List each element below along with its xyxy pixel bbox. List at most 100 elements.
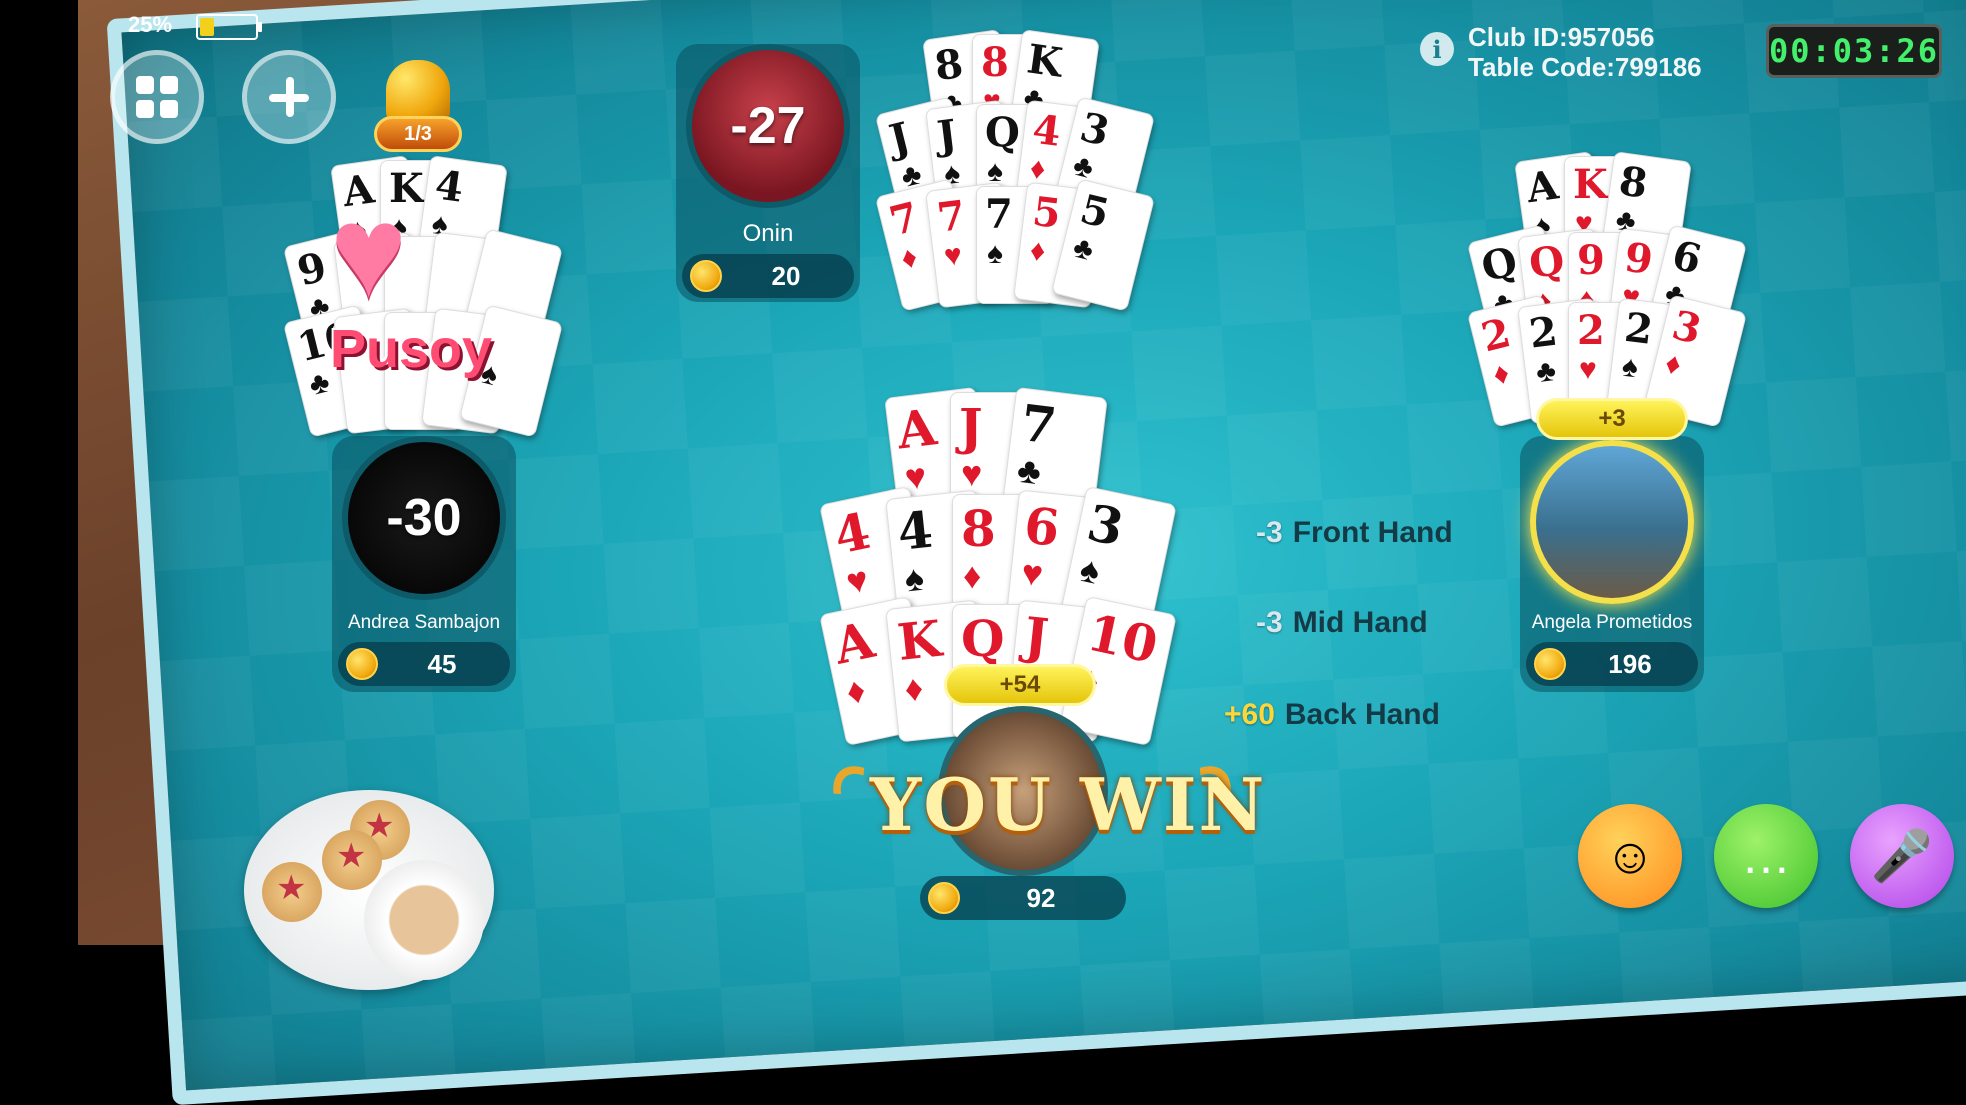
card-suit-icon: ♠ — [1076, 547, 1104, 592]
card-rank: 4 — [432, 161, 467, 212]
front-hand-points: -3 — [1256, 516, 1283, 549]
card-suit-icon: ♦ — [897, 240, 921, 277]
top-player-avatar[interactable]: -27 — [686, 44, 850, 208]
card-suit-icon: ♥ — [961, 453, 983, 494]
menu-grid-icon — [136, 76, 178, 118]
card-rank: 8 — [1616, 157, 1651, 208]
card-rank: 5 — [1030, 187, 1064, 238]
coin-stack-icon — [386, 60, 450, 122]
right-player-coin-value: 196 — [1608, 649, 1652, 679]
card-suit-icon: ♣ — [1014, 448, 1044, 493]
you-win-banner: YOU WIN — [870, 762, 1267, 847]
top-player-coins: 20 — [682, 254, 854, 298]
table-code: Table Code:799186 — [1468, 52, 1702, 82]
card-suit-icon: ♥ — [842, 557, 872, 603]
card-rank: Q — [1476, 237, 1523, 292]
mid-hand-result: -3 Mid Hand — [1256, 606, 1428, 640]
right-player-coins: 196 — [1526, 642, 1698, 686]
microphone-button[interactable]: 🎤 — [1850, 804, 1954, 908]
card-rank: Q — [985, 109, 1020, 156]
info-icon[interactable]: i — [1420, 32, 1454, 66]
game-timer: 00:03:26 — [1766, 24, 1942, 78]
card-rank: 5 — [1075, 185, 1114, 238]
card-rank: J — [959, 397, 983, 456]
card-rank: J — [934, 110, 960, 160]
front-hand-label: Front Hand — [1292, 516, 1453, 549]
card-suit-icon: ♦ — [842, 668, 870, 713]
card-rank: 9 — [1577, 237, 1605, 284]
card-suit-icon: ♠ — [987, 237, 1003, 270]
card-rank: 8 — [961, 499, 996, 558]
back-hand-result: +60 Back Hand — [1224, 698, 1440, 732]
back-hand-label: Back Hand — [1284, 698, 1440, 731]
self-player-coins: 92 — [920, 876, 1126, 920]
card-rank: 7 — [884, 193, 924, 246]
microphone-icon: 🎤 — [1870, 827, 1934, 884]
right-player-avatar[interactable] — [1530, 440, 1694, 604]
battery-percent: 25% — [128, 12, 173, 37]
gift-reward[interactable]: 1/3 — [374, 60, 462, 152]
card-suit-icon: ♥ — [1579, 353, 1597, 386]
chat-button[interactable]: … — [1714, 804, 1818, 908]
card-suit-icon: ♣ — [1534, 354, 1558, 390]
card-rank: Q — [1526, 236, 1567, 288]
coin-icon — [928, 882, 960, 914]
emoji-button[interactable]: ☺ — [1578, 804, 1682, 908]
card-rank: 4 — [1030, 105, 1064, 156]
self-player-score: +54 — [944, 664, 1096, 706]
gift-counter: 1/3 — [374, 116, 462, 152]
left-player-coins: 45 — [338, 642, 510, 686]
card-rank: 8 — [981, 39, 1009, 86]
card-rank: 4 — [894, 499, 936, 562]
card-rank: 3 — [1667, 301, 1706, 354]
card-suit-icon: ♦ — [1028, 233, 1048, 269]
pusoy-badge: Pusoy — [330, 319, 493, 379]
card-rank: 9 — [1622, 233, 1656, 284]
card-suit-icon: ♦ — [902, 666, 926, 710]
card-rank: 9 — [292, 243, 332, 296]
coin-icon — [1534, 648, 1566, 680]
card-suit-icon: ♥ — [1019, 551, 1046, 595]
self-player-coin-value: 92 — [1026, 883, 1056, 913]
menu-button[interactable] — [110, 50, 204, 144]
left-player-score: -30 — [386, 489, 462, 547]
chat-bubble-icon: … — [1741, 828, 1791, 884]
club-id: Club ID:957056 — [1468, 22, 1655, 52]
card-rank: K — [894, 608, 945, 672]
plus-icon — [267, 75, 311, 119]
mid-hand-label: Mid Hand — [1292, 606, 1428, 639]
card-rank: 6 — [1667, 231, 1706, 284]
card-rank: 7 — [934, 191, 969, 242]
card-suit-icon: ♦ — [963, 555, 982, 596]
coin-icon — [346, 648, 378, 680]
front-hand-result: -3 Front Hand — [1256, 516, 1453, 550]
top-player-coin-value: 20 — [771, 261, 801, 291]
card-rank: Q — [961, 609, 1005, 668]
broken-heart-icon: ♥ — [330, 178, 408, 324]
card-suit-icon: ♣ — [1069, 230, 1097, 268]
card-rank: J — [1021, 605, 1052, 667]
coin-icon — [690, 260, 722, 292]
cookie-icon — [322, 830, 382, 890]
left-player-avatar[interactable]: -30 — [342, 436, 506, 600]
card-rank: 7 — [1017, 392, 1060, 456]
card-rank: 7 — [985, 191, 1013, 238]
right-player-name: Angela Prometidos — [1531, 612, 1693, 633]
left-player-name: Andrea Sambajon — [347, 612, 501, 633]
card-rank: J — [884, 113, 915, 164]
battery-icon — [196, 14, 262, 40]
card-suit-icon: ♠ — [1620, 349, 1641, 385]
cookie-icon — [262, 862, 322, 922]
card-rank: 2 — [1526, 307, 1561, 358]
card-suit-icon: ♦ — [1489, 356, 1513, 393]
right-player-score: +3 — [1536, 398, 1688, 440]
card-suit-icon: ♦ — [1661, 346, 1685, 383]
card-rank: A — [1523, 161, 1562, 213]
card-rank: 4 — [828, 500, 876, 566]
tea-cup — [364, 860, 484, 980]
card-rank: 2 — [1622, 303, 1656, 354]
left-black-bar — [0, 0, 78, 945]
card-rank: 2 — [1476, 309, 1516, 362]
add-button[interactable] — [242, 50, 336, 144]
card-rank: A — [893, 397, 940, 461]
